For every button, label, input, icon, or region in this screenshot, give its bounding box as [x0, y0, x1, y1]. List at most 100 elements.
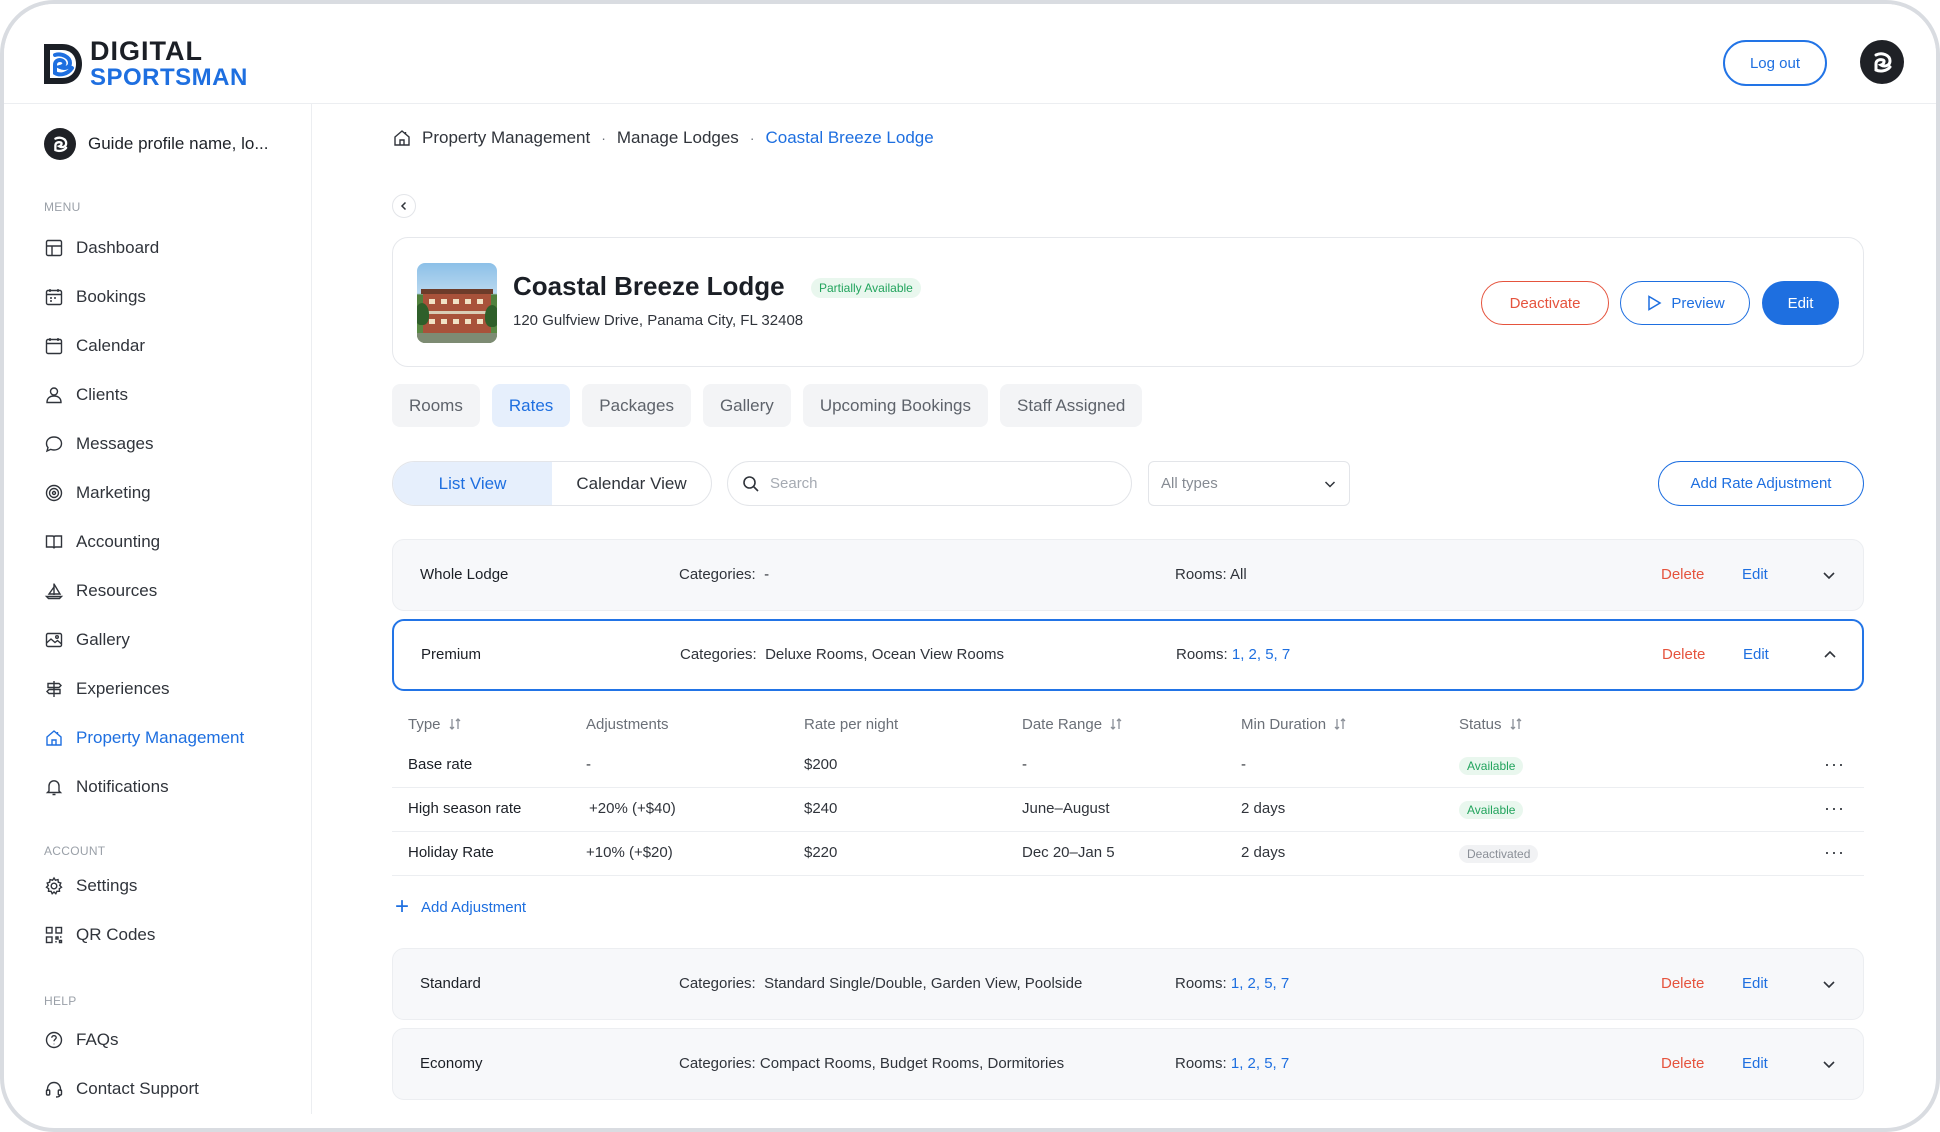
cell-adjustment: +10% (+$20) [586, 844, 673, 861]
rate-group-name: Whole Lodge [420, 566, 509, 583]
sidebar-item-resources[interactable]: Resources [44, 579, 157, 603]
sidebar-item-label: QR Codes [76, 925, 156, 944]
cell-date-range: Dec 20–Jan 5 [1022, 844, 1115, 861]
search-input[interactable] [770, 475, 1110, 492]
chevron-up-icon[interactable] [1821, 646, 1839, 664]
column-header-rate: Rate per night [804, 715, 899, 733]
column-header-min-duration[interactable]: Min Duration [1241, 714, 1348, 734]
sidebar-item-notifications[interactable]: Notifications [44, 775, 169, 799]
edit-button[interactable]: Edit [1742, 566, 1768, 583]
brand-logo[interactable]: DIGITAL SPORTSMAN [42, 38, 248, 90]
delete-button[interactable]: Delete [1661, 1055, 1704, 1072]
column-header-status[interactable]: Status [1459, 714, 1524, 734]
edit-button[interactable]: Edit [1742, 1055, 1768, 1072]
lodge-title: Coastal Breeze Lodge [513, 271, 785, 301]
clients-icon [46, 387, 62, 404]
play-icon [1648, 295, 1662, 311]
back-button[interactable] [392, 194, 416, 218]
sidebar-item-marketing[interactable]: Marketing [44, 481, 151, 505]
room-links[interactable]: 1, 2, 5, 7 [1231, 1055, 1289, 1072]
calendar-view-option[interactable]: Calendar View [552, 462, 711, 505]
delete-button[interactable]: Delete [1661, 566, 1704, 583]
sidebar-item-label: Dashboard [76, 238, 160, 257]
delete-button[interactable]: Delete [1662, 646, 1705, 663]
rate-group-row[interactable]: Premium Categories: Deluxe Rooms, Ocean … [392, 619, 1864, 691]
brand-line-1: DIGITAL [90, 36, 203, 66]
sidebar-item-label: Property Management [76, 728, 245, 747]
calendar-icon [45, 338, 63, 355]
chevron-down-icon[interactable] [1820, 1055, 1838, 1073]
table-row[interactable]: High season rate +20% (+$40) $240 June–A… [392, 788, 1864, 832]
sidebar-item-qr-codes[interactable]: QR Codes [44, 923, 155, 947]
status-badge: Available [1459, 757, 1524, 775]
user-avatar[interactable] [1860, 40, 1904, 84]
sidebar-item-gallery[interactable]: Gallery [44, 628, 130, 652]
table-row[interactable]: Base rate - $200 - - Available ··· [392, 744, 1864, 788]
tab-gallery[interactable]: Gallery [702, 384, 791, 427]
preview-button[interactable]: Preview [1620, 281, 1750, 325]
lodge-photo[interactable] [417, 263, 497, 343]
table-row[interactable]: Holiday Rate +10% (+$20) $220 Dec 20–Jan… [392, 832, 1864, 876]
sidebar-item-faqs[interactable]: FAQs [44, 1028, 119, 1052]
sidebar-item-label: Accounting [76, 532, 161, 551]
logout-button[interactable]: Log out [1723, 40, 1827, 86]
sidebar-item-accounting[interactable]: Accounting [44, 530, 160, 554]
breadcrumb-separator: · [601, 130, 606, 146]
headset-icon [45, 1081, 63, 1098]
sidebar-item-messages[interactable]: Messages [44, 432, 153, 456]
sidebar-item-bookings[interactable]: Bookings [44, 285, 146, 309]
property-management-icon [46, 730, 62, 746]
add-rate-adjustment-button[interactable]: Add Rate Adjustment [1658, 461, 1864, 506]
status-badge: Partially Available [811, 278, 921, 298]
preview-label: Preview [1671, 294, 1725, 312]
profile-avatar [44, 128, 76, 160]
bell-icon [45, 780, 63, 796]
rate-group-categories: Categories: - [679, 566, 770, 583]
rate-group-name: Standard [420, 975, 481, 992]
sidebar-item-contact-support[interactable]: Contact Support [44, 1077, 199, 1101]
property-home-icon [394, 130, 410, 146]
edit-button[interactable]: Edit [1743, 646, 1769, 663]
cell-rate: $220 [804, 844, 838, 861]
search-field [727, 461, 1132, 506]
type-filter-select[interactable]: All types [1148, 461, 1350, 506]
chevron-down-icon[interactable] [1820, 566, 1838, 584]
sidebar-item-dashboard[interactable]: Dashboard [44, 236, 159, 260]
tab-staff-assigned[interactable]: Staff Assigned [1000, 384, 1143, 427]
more-options-icon[interactable]: ··· [1824, 754, 1845, 775]
rate-group-row[interactable]: Whole Lodge Categories: - Rooms: All Del… [392, 539, 1864, 611]
deactivate-button[interactable]: Deactivate [1481, 281, 1609, 325]
edit-lodge-button[interactable]: Edit [1762, 281, 1839, 325]
delete-button[interactable]: Delete [1661, 975, 1704, 992]
sidebar-item-settings[interactable]: Settings [44, 874, 137, 898]
breadcrumb-manage-lodges[interactable]: Manage Lodges [617, 128, 739, 148]
chevron-down-icon[interactable] [1820, 975, 1838, 993]
column-header-type[interactable]: Type [408, 714, 463, 734]
brand-line-2: SPORTSMAN [90, 64, 248, 91]
bookings-icon [45, 289, 63, 306]
list-view-option[interactable]: List View [393, 462, 552, 505]
sidebar-item-clients[interactable]: Clients [44, 383, 128, 407]
sidebar-item-calendar[interactable]: Calendar [44, 334, 145, 358]
rate-group-row[interactable]: Economy Categories: Compact Rooms, Budge… [392, 1028, 1864, 1100]
cell-adjustment: - [586, 756, 591, 773]
sidebar-item-experiences[interactable]: Experiences [44, 677, 170, 701]
tab-packages[interactable]: Packages [582, 384, 691, 427]
sidebar-item-property-management[interactable]: Property Management [44, 726, 244, 750]
edit-button[interactable]: Edit [1742, 975, 1768, 992]
qr-code-icon [45, 926, 63, 944]
rate-group-row[interactable]: Standard Categories: Standard Single/Dou… [392, 948, 1864, 1020]
column-header-date-range[interactable]: Date Range [1022, 714, 1124, 734]
tab-upcoming-bookings[interactable]: Upcoming Bookings [802, 384, 989, 427]
profile-switcher[interactable]: Guide profile name, lo... [44, 128, 268, 160]
room-links[interactable]: 1, 2, 5, 7 [1232, 646, 1290, 663]
more-options-icon[interactable]: ··· [1824, 842, 1845, 863]
tab-rates[interactable]: Rates [491, 384, 571, 427]
lodge-summary-card: Coastal Breeze Lodge Partially Available… [392, 237, 1864, 367]
tab-rooms[interactable]: Rooms [392, 384, 480, 427]
add-adjustment-button[interactable]: + Add Adjustment [395, 895, 526, 919]
breadcrumb-property-management[interactable]: Property Management [422, 128, 590, 148]
more-options-icon[interactable]: ··· [1824, 798, 1845, 819]
sidebar-item-label: Notifications [76, 777, 169, 796]
room-links[interactable]: 1, 2, 5, 7 [1231, 975, 1289, 992]
